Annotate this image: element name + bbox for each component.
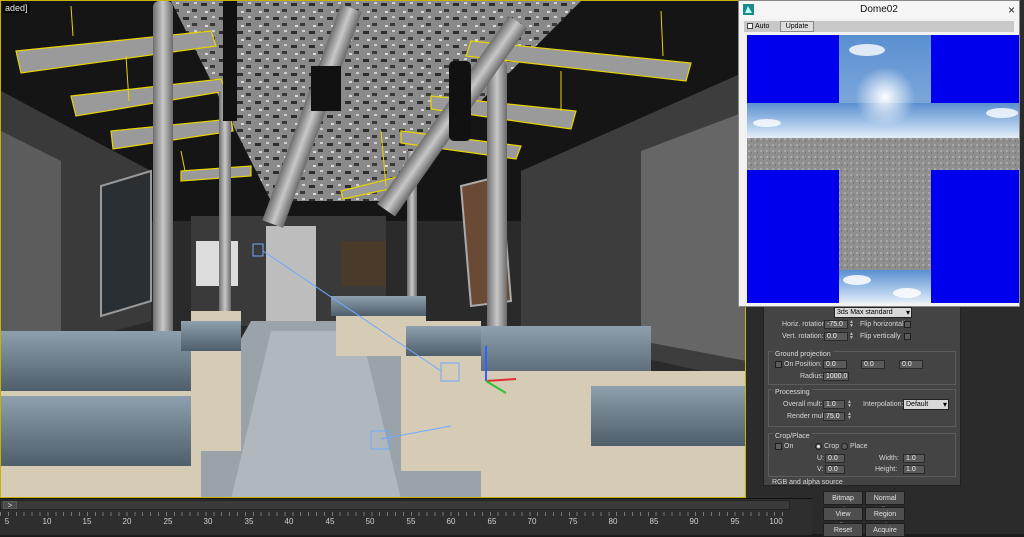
viewport-scene: [1, 1, 745, 497]
vert-rotation-spinner-icon[interactable]: ▲ ▼: [849, 332, 854, 341]
height-label: Height:: [875, 466, 898, 473]
rgb-alpha-source-title: RGB and alpha source: [772, 479, 843, 486]
max-app-icon: [743, 4, 754, 15]
view-align-button[interactable]: View Align: [823, 507, 863, 530]
viewport-perspective[interactable]: aded]: [0, 0, 746, 498]
track-tick-label: 95: [730, 517, 740, 526]
position-y-field[interactable]: 0.0: [861, 360, 885, 369]
ground-on-checkbox[interactable]: [775, 361, 782, 368]
horiz-rotation-field[interactable]: -75.0: [824, 320, 848, 329]
hdri-preview-image: [747, 35, 1019, 303]
flip-vertically-checkbox[interactable]: [904, 333, 911, 340]
bitmap-fit-button[interactable]: Bitmap Fit: [823, 491, 863, 514]
processing-group: Processing Overall mult: 1.0 ▲ ▼ Interpol…: [768, 389, 956, 427]
dome-window-titlebar[interactable]: Dome02 ×: [739, 1, 1019, 19]
interpolation-label: Interpolation:: [863, 401, 904, 408]
position-x-field[interactable]: 0.0: [823, 360, 847, 369]
track-tick-label: 25: [163, 517, 173, 526]
track-tick-label: 30: [203, 517, 213, 526]
vert-rotation-field[interactable]: 0.0: [824, 332, 848, 341]
render-mult-field[interactable]: 75.0: [823, 412, 845, 421]
u-field[interactable]: 0.0: [825, 454, 845, 463]
timeline: > 5 10 15 20 25 30 35 40 45 50 55 60 65 …: [0, 498, 812, 535]
mapping-type-dropdown[interactable]: 3ds Max standard: [834, 307, 912, 318]
track-tick-label: 5: [4, 517, 10, 526]
dome-preview-window[interactable]: Dome02 × Auto Update: [738, 0, 1020, 307]
crop-place-title: Crop/Place: [773, 433, 812, 440]
ground-on-label: On: [784, 361, 794, 368]
overall-mult-spinner-icon[interactable]: ▲ ▼: [847, 400, 852, 409]
track-tick-label: 15: [82, 517, 92, 526]
vert-rotation-label: Vert. rotation:: [782, 333, 824, 340]
v-field[interactable]: 0.0: [825, 465, 845, 474]
radius-label: Radius:: [800, 373, 824, 380]
flip-horizontally-label: Flip horizontally: [860, 321, 909, 328]
track-bar-ticks: [0, 512, 790, 516]
close-icon[interactable]: ×: [1008, 1, 1015, 19]
track-tick-label: 100: [769, 517, 783, 526]
dome-window-title: Dome02: [860, 4, 898, 15]
track-tick-label: 20: [122, 517, 132, 526]
place-radio-label: Place: [850, 443, 868, 450]
track-tick-label: 70: [527, 517, 537, 526]
track-tick-label: 65: [487, 517, 497, 526]
u-label: U:: [817, 455, 824, 462]
time-slider[interactable]: >: [0, 500, 790, 510]
acquire-button[interactable]: Acquire: [865, 523, 905, 537]
track-tick-label: 60: [446, 517, 456, 526]
place-radio[interactable]: [841, 443, 848, 450]
crop-on-checkbox[interactable]: [775, 443, 782, 450]
width-field[interactable]: 1.0: [903, 454, 925, 463]
dome-map-preview: [747, 35, 1019, 303]
parameters-rollout: 3ds Max standard Horiz. rotation: -75.0 …: [763, 306, 961, 486]
v-label: V:: [817, 466, 824, 473]
width-label: Width:: [879, 455, 899, 462]
crop-radio-label: Crop: [824, 443, 840, 450]
height-field[interactable]: 1.0: [903, 465, 925, 474]
track-tick-label: 40: [284, 517, 294, 526]
position-label: Position:: [795, 361, 822, 368]
track-tick-label: 45: [325, 517, 335, 526]
reset-button[interactable]: Reset: [823, 523, 863, 537]
flip-vertically-label: Flip vertically: [860, 333, 901, 340]
interpolation-dropdown[interactable]: Default: [903, 399, 949, 410]
auto-checkbox[interactable]: [747, 23, 753, 29]
horiz-rotation-label: Horiz. rotation:: [782, 321, 828, 328]
track-tick-label: 90: [689, 517, 699, 526]
track-tick-label: 75: [568, 517, 578, 526]
position-z-field[interactable]: 0.0: [899, 360, 923, 369]
render-mult-label: Render mult:: [787, 413, 828, 420]
update-button[interactable]: Update: [780, 21, 814, 32]
crop-radio[interactable]: [815, 443, 822, 450]
flip-horizontally-checkbox[interactable]: [904, 321, 911, 328]
ground-projection-group: Ground projection On Position: 0.0 0.0 0…: [768, 351, 956, 385]
time-slider-thumb[interactable]: >: [3, 501, 17, 510]
normal-align-button[interactable]: Normal Align: [865, 491, 905, 514]
track-tick-label: 85: [649, 517, 659, 526]
overall-mult-label: Overall mult:: [783, 401, 823, 408]
track-tick-label: 35: [244, 517, 254, 526]
processing-title: Processing: [773, 389, 812, 396]
render-mult-spinner-icon[interactable]: ▲ ▼: [847, 412, 852, 421]
track-bar[interactable]: 5 10 15 20 25 30 35 40 45 50 55 60 65 70…: [0, 512, 790, 535]
auto-label: Auto: [755, 23, 770, 30]
dome-toolbar: Auto Update: [744, 21, 1014, 32]
crop-place-group: Crop/Place On Crop Place U: 0.0 Width: 1…: [768, 433, 956, 477]
viewport-label[interactable]: aded]: [3, 3, 30, 13]
overall-mult-field[interactable]: 1.0: [823, 400, 845, 409]
radius-field[interactable]: 1000.0: [823, 372, 849, 381]
track-tick-label: 10: [42, 517, 52, 526]
track-tick-label: 50: [365, 517, 375, 526]
horiz-rotation-spinner-icon[interactable]: ▲ ▼: [849, 320, 854, 329]
ground-projection-title: Ground projection: [773, 351, 833, 358]
region-fit-button[interactable]: Region Fit: [865, 507, 905, 530]
crop-on-label: On: [784, 443, 794, 450]
track-tick-label: 55: [406, 517, 416, 526]
track-tick-label: 80: [608, 517, 618, 526]
